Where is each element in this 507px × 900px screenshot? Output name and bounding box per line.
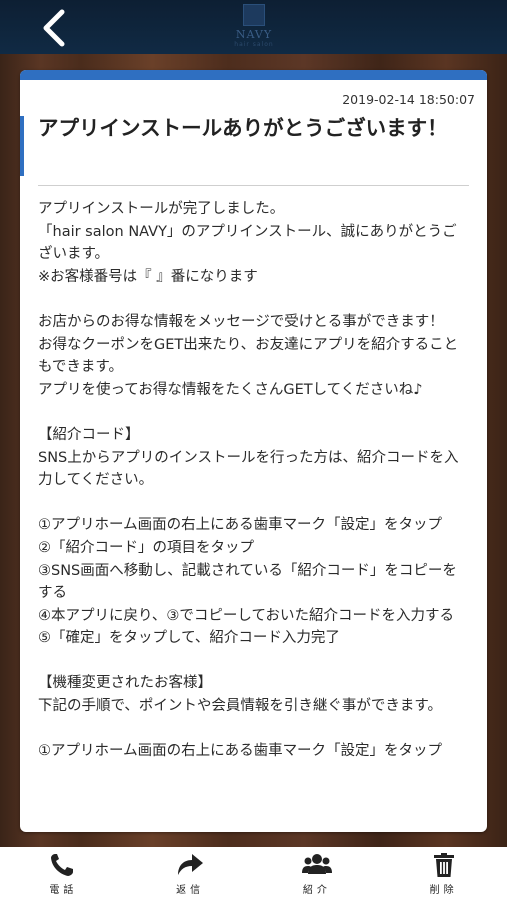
tab-delete-label: 削除	[429, 884, 458, 896]
message-timestamp: 2019-02-14 18:50:07	[342, 92, 475, 107]
users-icon	[301, 853, 332, 874]
chevron-left-icon	[43, 9, 65, 47]
message-body: アプリインストールが完了しました。 「hair salon NAVY」のアプリイ…	[38, 201, 459, 760]
title-accent-bar	[20, 116, 24, 176]
card-accent-strip	[20, 70, 487, 80]
tab-delete[interactable]: 削除	[414, 852, 474, 896]
trash-icon	[433, 852, 454, 877]
logo-text: NAVY	[235, 28, 273, 41]
top-bar: NAVY hair salon	[0, 0, 507, 54]
logo-subtext: hair salon	[234, 41, 274, 48]
tab-phone[interactable]: 電話	[33, 852, 93, 896]
tab-reply[interactable]: 返信	[160, 852, 220, 896]
message-card: 2019-02-14 18:50:07 アプリインストールありがとうございます！…	[20, 70, 487, 832]
salon-logo: NAVY hair salon	[226, 4, 282, 50]
tab-reply-label: 返信	[176, 884, 205, 896]
phone-icon	[51, 853, 74, 876]
message-title-section: アプリインストールありがとうございます！	[20, 114, 487, 176]
tab-phone-label: 電話	[49, 884, 78, 896]
tab-introduce[interactable]: 紹介	[287, 852, 347, 896]
logo-mark	[243, 4, 265, 26]
reply-icon	[178, 853, 204, 875]
title-divider	[38, 185, 469, 186]
tab-introduce-label: 紹介	[302, 884, 331, 896]
back-button[interactable]	[34, 8, 74, 48]
bottom-tab-bar: 電話 返信 紹介 削除	[0, 847, 507, 900]
message-title: アプリインストールありがとうございます！	[38, 116, 448, 140]
